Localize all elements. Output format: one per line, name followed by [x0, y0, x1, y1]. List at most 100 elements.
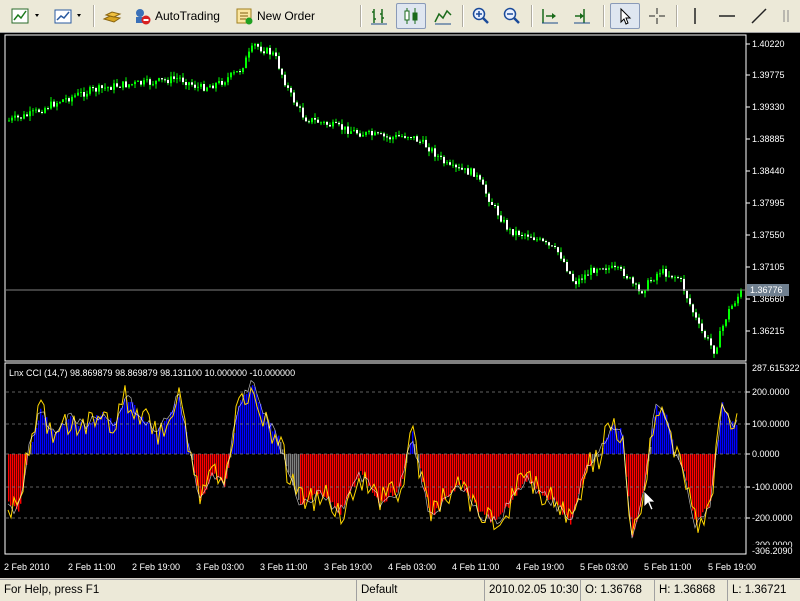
candle-body: [476, 175, 478, 177]
chart-shift-button[interactable]: [569, 3, 595, 29]
toolbar-separator: [360, 5, 362, 27]
candle-body: [710, 338, 712, 346]
cci-bar: [82, 425, 84, 454]
horizontal-line-button[interactable]: [714, 3, 740, 29]
candle-body: [143, 80, 145, 85]
chart-canvas[interactable]: 1.40220 1.39775 1.39330 1.38885 1.38440 …: [0, 33, 800, 578]
trend-line-button[interactable]: [746, 3, 772, 29]
toolbar-overflow-button[interactable]: [776, 3, 798, 29]
vertical-line-button[interactable]: [682, 3, 708, 29]
candle-body: [344, 126, 346, 130]
candle-body: [722, 325, 724, 331]
auto-scroll-button[interactable]: [537, 3, 563, 29]
cci-bar: [58, 430, 60, 454]
market-watch-button[interactable]: [97, 3, 127, 29]
candlestick-chart-button[interactable]: [396, 3, 426, 29]
candle-body: [173, 76, 175, 79]
cci-bar: [722, 402, 724, 454]
toolbar-separator: [93, 5, 95, 27]
candle-body: [611, 265, 613, 268]
time-label: 5 Feb 19:00: [708, 562, 756, 572]
candle-body: [368, 131, 370, 132]
autotrading-button[interactable]: AutoTrading: [130, 3, 226, 29]
cci-bar: [660, 411, 662, 454]
cci-bar: [478, 454, 480, 513]
candle-body: [86, 93, 88, 97]
cci-bar: [698, 454, 700, 518]
cci-bar: [204, 454, 206, 494]
status-low: L: 1.36721: [727, 580, 800, 601]
vertical-line-icon: [694, 8, 696, 24]
time-label: 5 Feb 03:00: [580, 562, 628, 572]
cci-bar: [296, 454, 298, 492]
new-chart-icon: [11, 8, 39, 24]
candle-body: [416, 136, 418, 142]
horizontal-line-icon: [719, 15, 735, 17]
candle-body: [194, 84, 196, 88]
cci-bar: [122, 406, 124, 454]
candle-body: [245, 57, 247, 69]
candle-body: [551, 245, 553, 247]
candle-body: [413, 136, 415, 138]
cci-bar: [556, 454, 558, 502]
candle-body: [512, 229, 514, 236]
candle-body: [437, 155, 439, 157]
cci-bar: [332, 454, 334, 503]
candle-body: [653, 280, 655, 282]
cci-bar: [528, 454, 530, 480]
indicator-top-label: 287.615322: [752, 363, 800, 373]
cci-bar: [392, 454, 394, 497]
line-chart-button[interactable]: [430, 3, 456, 29]
candle-body: [359, 133, 361, 137]
candle-body: [236, 71, 238, 73]
cci-bar: [508, 454, 510, 508]
candle-body: [563, 258, 565, 262]
candle-body: [23, 114, 25, 119]
candle-body: [353, 130, 355, 132]
cursor-icon: [620, 7, 632, 25]
candle-body: [647, 280, 649, 291]
price-candles: [8, 41, 742, 358]
candle-body: [464, 168, 466, 170]
cci-bar: [384, 454, 386, 503]
time-label: 3 Feb 19:00: [324, 562, 372, 572]
cci-bar: [512, 454, 514, 500]
candle-body: [161, 78, 163, 80]
time-label: 4 Feb 19:00: [516, 562, 564, 572]
time-label: 5 Feb 11:00: [644, 562, 691, 572]
profiles-button[interactable]: [50, 3, 88, 29]
toolbar-separator: [462, 5, 464, 27]
candle-body: [371, 131, 373, 136]
indicator-bottom-label: -306.2090: [752, 546, 793, 556]
zoom-in-button[interactable]: [468, 3, 494, 29]
crosshair-button[interactable]: [644, 3, 670, 29]
cci-bar: [708, 454, 710, 508]
candle-body: [287, 85, 289, 88]
candle-body: [317, 119, 319, 123]
autotrading-label: AutoTrading: [155, 9, 220, 23]
cci-bar: [470, 454, 472, 499]
new-order-button[interactable]: New Order: [232, 3, 322, 29]
cci-bar: [464, 454, 466, 491]
candle-body: [629, 277, 631, 279]
indicator-level-label: 200.0000: [752, 387, 790, 397]
candle-body: [281, 68, 283, 75]
candle-body: [578, 278, 580, 285]
candle-body: [53, 101, 55, 107]
candle-body: [632, 277, 634, 284]
bar-chart-button[interactable]: [366, 3, 392, 29]
cci-bar: [184, 425, 186, 454]
candle-body: [65, 98, 67, 100]
cci-bar: [328, 454, 330, 499]
new-chart-button[interactable]: [6, 3, 46, 29]
chart-window[interactable]: 1.40220 1.39775 1.39330 1.38885 1.38440 …: [0, 33, 800, 578]
zoom-out-button[interactable]: [499, 3, 525, 29]
candle-body: [218, 81, 220, 83]
cci-bar: [566, 454, 568, 516]
cci-bar: [102, 412, 104, 454]
candle-body: [170, 76, 172, 84]
cci-bar: [486, 454, 488, 515]
candle-body: [257, 44, 259, 47]
cci-bar: [242, 401, 244, 454]
cursor-button[interactable]: [610, 3, 640, 29]
